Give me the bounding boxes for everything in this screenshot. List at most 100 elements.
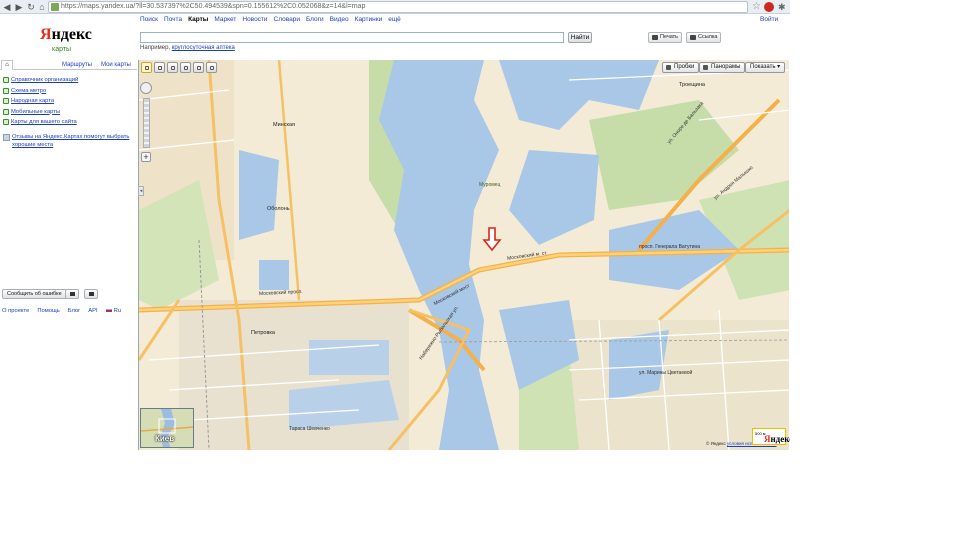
map-yandex-logo[interactable]: 500 м Яндекс bbox=[752, 428, 790, 445]
search-input[interactable] bbox=[140, 32, 564, 43]
service-link[interactable]: Словари bbox=[274, 16, 300, 23]
side-item-mobile[interactable]: Мобильные карты bbox=[3, 107, 135, 118]
tab-my-maps[interactable]: Мои карты bbox=[101, 61, 131, 70]
service-link[interactable]: Карты bbox=[188, 16, 208, 23]
link-button[interactable]: Ссылка bbox=[686, 32, 722, 43]
home-tab[interactable]: ⌂ bbox=[1, 60, 13, 70]
minimap-label: Киев bbox=[155, 434, 175, 443]
side-item-people-map[interactable]: Народная карта bbox=[3, 96, 135, 107]
reload-icon[interactable]: ↻ bbox=[26, 2, 36, 12]
fullscreen-tool-button[interactable] bbox=[206, 62, 217, 73]
pan-ring[interactable] bbox=[140, 82, 152, 94]
map-label-tsvetaevoy: ул. Марины Цветаевой bbox=[639, 370, 693, 376]
print-small-button[interactable] bbox=[65, 289, 79, 299]
lang-label: Ru bbox=[113, 308, 122, 314]
zoom-in-button[interactable]: + bbox=[141, 152, 151, 162]
traffic-label: Пробки bbox=[674, 64, 695, 70]
ruler-tool-button[interactable] bbox=[167, 62, 178, 73]
map-logo-text: Яндекс bbox=[764, 434, 790, 444]
zoom-control: + bbox=[140, 82, 153, 164]
service-link[interactable]: Блоги bbox=[306, 16, 324, 23]
map-label-minskaya: Минская bbox=[273, 122, 296, 128]
side-menu: Справочник организаций Схема метро Народ… bbox=[3, 75, 135, 128]
service-link[interactable]: Видео bbox=[330, 16, 349, 23]
address-bar[interactable]: https://maps.yandex.ua/?ll=30.537397%2C5… bbox=[48, 1, 748, 13]
traffic-light-icon bbox=[666, 65, 671, 70]
extension-icon[interactable] bbox=[764, 2, 774, 12]
printer-icon bbox=[70, 292, 75, 296]
link-label: Ссылка bbox=[698, 34, 718, 40]
side-item-label: Мобильные карты bbox=[11, 108, 61, 115]
link-icon bbox=[89, 292, 94, 296]
home-icon[interactable]: ⌂ bbox=[37, 2, 47, 12]
signin-link[interactable]: Войти bbox=[760, 15, 778, 25]
green-square-icon bbox=[3, 77, 9, 83]
back-icon[interactable]: ◀ bbox=[2, 2, 12, 12]
footer-api[interactable]: API bbox=[88, 308, 97, 314]
service-link[interactable]: Новости bbox=[242, 16, 267, 23]
service-link[interactable]: Почта bbox=[164, 16, 182, 23]
printer-icon bbox=[652, 35, 658, 40]
service-link[interactable]: Маркет bbox=[214, 16, 236, 23]
route-tool-button[interactable] bbox=[180, 62, 191, 73]
panoramas-label: Панорамы bbox=[711, 64, 741, 70]
magnifier-tool-button[interactable] bbox=[154, 62, 165, 73]
search-button[interactable]: Найти bbox=[568, 32, 592, 43]
footer-blog[interactable]: Блог bbox=[68, 308, 81, 314]
report-error-button[interactable]: Сообщить об ошибке bbox=[2, 289, 67, 299]
show-dropdown[interactable]: Показать ▾ bbox=[745, 62, 786, 73]
print-label: Печать bbox=[660, 34, 679, 40]
logo-rest: ндекс bbox=[51, 26, 92, 43]
side-item-metro[interactable]: Схема метро bbox=[3, 86, 135, 97]
tab-routes[interactable]: Маршруты bbox=[62, 61, 92, 70]
reviews-promo-link[interactable]: Отзывы на Яндекс.Картах помогут выбрать … bbox=[3, 133, 135, 149]
zoom-slider[interactable] bbox=[143, 98, 150, 148]
collapse-panel-button[interactable]: ◂ bbox=[138, 186, 144, 196]
hand-tool-button[interactable] bbox=[141, 62, 152, 73]
green-square-icon bbox=[3, 108, 9, 115]
example-link[interactable]: круглосуточная аптека bbox=[172, 45, 235, 51]
wrench-icon[interactable]: ✱ bbox=[778, 1, 786, 13]
house-icon: ⌂ bbox=[5, 62, 9, 68]
green-square-icon bbox=[3, 87, 9, 94]
service-link[interactable]: ещё bbox=[388, 16, 401, 23]
map-logo-rest: ндекс bbox=[770, 434, 791, 444]
link-icon bbox=[690, 35, 696, 40]
service-link[interactable]: Поиск bbox=[140, 16, 158, 23]
copyright-prefix: © Яндекс bbox=[706, 441, 726, 446]
browser-toolbar: ◀ ▶ ↻ ⌂ https://maps.yandex.ua/?ll=30.53… bbox=[0, 0, 790, 14]
side-item-directory[interactable]: Справочник организаций bbox=[3, 75, 135, 86]
lang-switch[interactable]: Ru bbox=[105, 308, 122, 314]
panoramas-button[interactable]: Панорамы bbox=[699, 62, 746, 73]
panorama-icon bbox=[703, 65, 708, 70]
side-item-site-maps[interactable]: Карты для вашего сайта bbox=[3, 117, 135, 128]
traffic-button[interactable]: Пробки bbox=[662, 62, 700, 73]
forward-icon[interactable]: ▶ bbox=[14, 2, 24, 12]
left-tabs: ⌂ Маршруты Мои карты bbox=[0, 60, 137, 70]
pin-tool-button[interactable] bbox=[193, 62, 204, 73]
services-bar: Поиск Почта Карты Маркет Новости Словари Блоги… bbox=[140, 15, 407, 25]
map-label-obolon: Оболонь bbox=[267, 206, 290, 212]
print-button[interactable]: Печать bbox=[648, 32, 683, 43]
service-link[interactable]: Картинки bbox=[355, 16, 383, 23]
footer-help[interactable]: Помощь bbox=[37, 308, 59, 314]
side-item-label: Карты для вашего сайта bbox=[11, 119, 77, 125]
pin-icon bbox=[197, 66, 201, 70]
logo-first-letter: Я bbox=[40, 26, 52, 43]
minimap[interactable]: Киев bbox=[140, 408, 194, 448]
footer-links: О проекте Помощь Блог API Ru bbox=[2, 307, 129, 315]
map-canvas[interactable]: Минская Оболонь Троещина Московский мост… bbox=[138, 60, 789, 450]
route-icon bbox=[184, 66, 188, 70]
reviews-promo-text: Отзывы на Яндекс.Картах помогут выбрать … bbox=[12, 134, 130, 148]
bookmark-star-icon[interactable]: ☆ bbox=[752, 1, 761, 13]
fullscreen-icon bbox=[210, 66, 214, 70]
secure-icon bbox=[51, 3, 59, 11]
link-small-button[interactable] bbox=[84, 289, 98, 299]
ruler-icon bbox=[171, 66, 175, 70]
footer-about[interactable]: О проекте bbox=[2, 308, 29, 314]
map-label-vatutina: просп. Генерала Ватутина bbox=[639, 244, 701, 250]
map-label-ostrov: Муромец bbox=[479, 182, 501, 188]
yandex-logo[interactable]: Яндекс bbox=[40, 26, 92, 44]
chevron-left-icon: ◂ bbox=[139, 188, 143, 194]
map-label-petrovka: Петровка bbox=[251, 330, 275, 336]
